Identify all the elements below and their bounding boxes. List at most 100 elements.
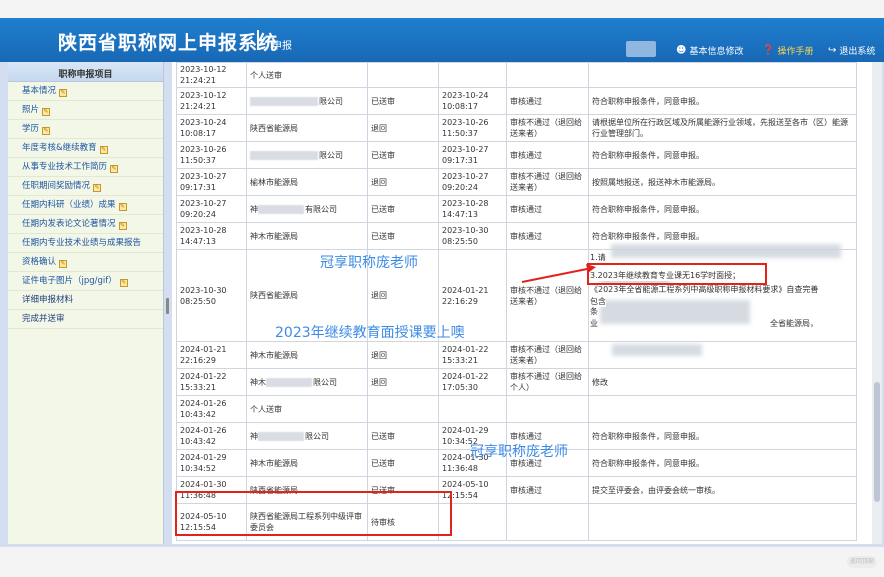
sidebar: 职称申报项目 基本情况 ✎ 照片 ✎ 学历 ✎ 年度考核&继续教育 ✎ 从事专业技术工作简历 ✎ 任… bbox=[8, 62, 164, 544]
watermark-3: 冠享职称庞老师 bbox=[470, 444, 568, 460]
cell-op bbox=[588, 62, 857, 88]
res-text: 审核不通过（退回给送来者） bbox=[510, 345, 582, 365]
edit-icon[interactable]: ✎ bbox=[59, 89, 68, 97]
edit-icon[interactable]: ✎ bbox=[118, 222, 127, 230]
table-row: 2024-01-26 10:43:42 个人送审 bbox=[176, 395, 857, 423]
op-text: 符合职称申报条件，同意申报。 bbox=[592, 96, 704, 106]
watermark-2: 2023年继续教育面授课要上噢 bbox=[275, 325, 465, 341]
cell-org: 个人送审 bbox=[246, 62, 368, 88]
org-text: 个人送审 bbox=[250, 404, 282, 414]
cell-t1: 2023-10-28 14:47:13 bbox=[176, 222, 247, 250]
title-separator bbox=[257, 30, 259, 50]
sidebar-title: 职称申报项目 bbox=[8, 62, 163, 82]
vertical-scrollbar[interactable] bbox=[872, 62, 882, 544]
cell-op: 提交至评委会，由评委会统一审核。 bbox=[588, 476, 857, 504]
browser-top-strip bbox=[0, 0, 884, 18]
sidebar-item[interactable]: 详细申报材料 bbox=[8, 291, 163, 310]
res-text: 审核通过 bbox=[510, 150, 542, 160]
sidebar-item[interactable]: 基本情况 ✎ bbox=[8, 82, 163, 101]
review-history-panel: 2023-10-12 21:24:21 个人送审 2023-10-12 21:24:… bbox=[172, 62, 872, 544]
sidebar-item[interactable]: 完成并送审 bbox=[8, 310, 163, 329]
edit-icon[interactable]: ✎ bbox=[42, 108, 51, 116]
org-prefix: 神木 bbox=[250, 377, 266, 387]
op-text: 符合职称申报条件，同意申报。 bbox=[592, 431, 704, 441]
scrollbar-thumb[interactable] bbox=[874, 382, 880, 502]
cell-t2 bbox=[438, 62, 507, 88]
redacted-opinion bbox=[612, 344, 702, 356]
cell-t2: 2023-10-27 09:17:31 bbox=[438, 141, 507, 169]
edit-icon[interactable]: ✎ bbox=[59, 260, 68, 268]
sidebar-item[interactable]: 照片 ✎ bbox=[8, 101, 163, 120]
cell-st: 已送审 bbox=[367, 195, 439, 223]
sidebar-item[interactable]: 证件电子图片（jpg/gif） ✎ bbox=[8, 272, 163, 291]
back-to-top-badge[interactable]: 返回顶部 bbox=[847, 556, 877, 568]
t1-text: 2023-10-27 09:20:24 bbox=[180, 199, 227, 219]
st-text: 退回 bbox=[371, 350, 387, 360]
sidebar-item-label: 任职期间奖励情况 bbox=[22, 181, 91, 191]
edit-icon[interactable]: ✎ bbox=[118, 203, 127, 211]
page-footer: 返回顶部 bbox=[0, 547, 884, 577]
table-row: 2024-01-21 22:16:29 神木市能源局 退回 2024-01-22 15… bbox=[176, 341, 857, 369]
table-row: 2023-10-27 09:20:24 神 有限公司 已送审 2023-10-28 14… bbox=[176, 195, 857, 223]
cell-org: 神木 限公司 bbox=[246, 368, 368, 396]
sidebar-item[interactable]: 资格确认 ✎ bbox=[8, 253, 163, 272]
sidebar-item[interactable]: 任期内科研（业绩）成果 ✎ bbox=[8, 196, 163, 215]
res-text: 审核通过 bbox=[510, 231, 542, 241]
t1-text: 2023-10-24 10:08:17 bbox=[180, 118, 227, 138]
cell-res bbox=[506, 395, 589, 423]
t2-text: 2023-10-26 11:50:37 bbox=[442, 118, 489, 138]
sidebar-item[interactable]: 任期内专业技术业绩与成果报告 bbox=[8, 234, 163, 253]
cell-org: 榆林市能源局 bbox=[246, 168, 368, 196]
logout-icon: ↪ bbox=[828, 45, 837, 56]
cell-st: 已送审 bbox=[367, 87, 439, 115]
org-name: 限公司 bbox=[305, 431, 329, 441]
cell-org: 神 有限公司 bbox=[246, 195, 368, 223]
t2-text: 2023-10-27 09:17:31 bbox=[442, 145, 489, 165]
cell-t2: 2023-10-24 10:08:17 bbox=[438, 87, 507, 115]
sidebar-splitter[interactable] bbox=[164, 62, 172, 544]
splitter-grip[interactable] bbox=[166, 298, 169, 314]
redacted-note-top bbox=[611, 244, 841, 258]
t1-text: 2023-10-28 14:47:13 bbox=[180, 226, 227, 246]
profile-edit-link[interactable]: ☻ 基本信息修改 bbox=[676, 44, 743, 57]
sidebar-item[interactable]: 年度考核&继续教育 ✎ bbox=[8, 139, 163, 158]
edit-icon[interactable]: ✎ bbox=[42, 127, 51, 135]
watermark-1: 冠享职称庞老师 bbox=[320, 255, 418, 271]
cell-res: 审核不通过（退回给送来者） bbox=[506, 168, 589, 196]
cell-res bbox=[506, 62, 589, 88]
cell-org: 神木市能源局 bbox=[246, 449, 368, 477]
cell-org: 陕西省能源局 bbox=[246, 114, 368, 142]
cell-t1: 2024-01-21 22:16:29 bbox=[176, 341, 247, 369]
edit-icon[interactable]: ✎ bbox=[99, 146, 108, 154]
note-line-5: 条 bbox=[590, 306, 598, 317]
t1-text: 2023-10-27 09:17:31 bbox=[180, 172, 227, 192]
cell-res: 审核通过 bbox=[506, 476, 589, 504]
cell-op: 符合职称申报条件，同意申报。 bbox=[588, 141, 857, 169]
st-text: 已送审 bbox=[371, 96, 395, 106]
st-text: 已送审 bbox=[371, 431, 395, 441]
org-text: 神木市能源局 bbox=[250, 458, 298, 468]
sidebar-item-label: 年度考核&继续教育 bbox=[22, 143, 97, 153]
edit-icon[interactable]: ✎ bbox=[119, 279, 128, 287]
manual-link[interactable]: ❓ 操作手册 bbox=[762, 44, 813, 57]
app-header: 陕西省职称网上申报系统 申报 ☻ 基本信息修改 ❓ 操作手册 ↪ 退出系统 bbox=[0, 18, 884, 62]
cell-t1: 2024-01-22 15:33:21 bbox=[176, 368, 247, 396]
profile-edit-label: 基本信息修改 bbox=[689, 47, 744, 57]
sidebar-item[interactable]: 任期内发表论文论著情况 ✎ bbox=[8, 215, 163, 234]
sidebar-item[interactable]: 任职期间奖励情况 ✎ bbox=[8, 177, 163, 196]
edit-icon[interactable]: ✎ bbox=[93, 184, 102, 192]
edit-icon[interactable]: ✎ bbox=[110, 165, 119, 173]
sidebar-item[interactable]: 从事专业技术工作简历 ✎ bbox=[8, 158, 163, 177]
org-prefix: 神 bbox=[250, 431, 258, 441]
logout-link[interactable]: ↪ 退出系统 bbox=[828, 44, 875, 57]
res-text: 审核不通过（退回给送来者） bbox=[510, 285, 582, 306]
note-tail: 全省能源局， bbox=[770, 318, 818, 329]
res-text: 审核不通过（退回给送来者） bbox=[510, 172, 582, 192]
cell-res: 审核通过 bbox=[506, 141, 589, 169]
op-text: 符合职称申报条件，同意申报。 bbox=[592, 458, 704, 468]
sidebar-item[interactable]: 学历 ✎ bbox=[8, 120, 163, 139]
cell-op: 符合职称申报条件，同意申报。 bbox=[588, 449, 857, 477]
cell-st: 已送审 bbox=[367, 222, 439, 250]
sidebar-item-label: 完成并送审 bbox=[22, 314, 65, 324]
cell-st: 退回 bbox=[367, 168, 439, 196]
